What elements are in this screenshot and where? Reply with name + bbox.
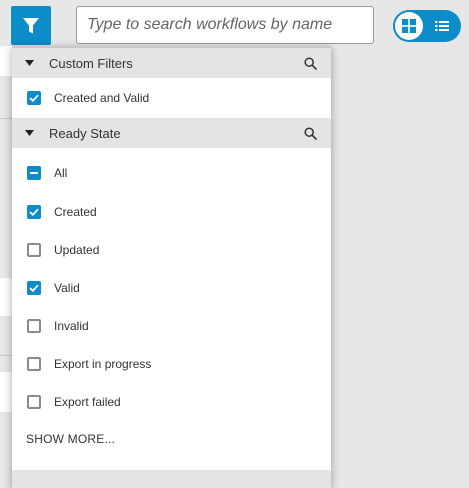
checkbox-checked[interactable]	[27, 91, 41, 105]
view-toggle[interactable]	[393, 10, 461, 42]
background-card	[0, 372, 12, 412]
option-valid[interactable]: Valid	[27, 278, 80, 298]
grid-view-option[interactable]	[395, 12, 423, 40]
check-icon	[29, 284, 39, 292]
workflow-search-input[interactable]	[85, 15, 365, 35]
next-section-header	[12, 470, 331, 488]
checkbox-unchecked[interactable]	[27, 319, 41, 333]
option-export-in-progress[interactable]: Export in progress	[27, 354, 151, 374]
grid-icon	[402, 19, 416, 33]
option-label: Invalid	[54, 319, 89, 333]
checkbox-checked[interactable]	[27, 205, 41, 219]
checkbox-unchecked[interactable]	[27, 357, 41, 371]
option-label: Updated	[54, 243, 100, 257]
background-card	[0, 46, 12, 76]
check-icon	[29, 94, 39, 102]
minus-icon	[30, 172, 38, 174]
filter-button[interactable]	[11, 6, 51, 45]
background-divider	[0, 118, 12, 119]
caret-down-icon[interactable]	[25, 60, 39, 66]
search-icon[interactable]	[302, 125, 318, 141]
option-created-and-valid[interactable]: Created and Valid	[27, 88, 149, 108]
checkbox-indeterminate[interactable]	[27, 166, 41, 180]
list-view-option[interactable]	[433, 17, 451, 35]
checkbox-unchecked[interactable]	[27, 395, 41, 409]
option-created[interactable]: Created	[27, 202, 97, 222]
section-title: Ready State	[49, 125, 121, 141]
option-label: Export failed	[54, 395, 121, 409]
section-title: Custom Filters	[49, 55, 133, 71]
section-header-custom-filters[interactable]: Custom Filters	[12, 48, 331, 78]
funnel-icon	[23, 17, 39, 33]
background-divider	[0, 355, 12, 356]
search-icon[interactable]	[302, 55, 318, 71]
option-all[interactable]: All	[27, 163, 67, 183]
option-invalid[interactable]: Invalid	[27, 316, 89, 336]
check-icon	[29, 208, 39, 216]
checkbox-unchecked[interactable]	[27, 243, 41, 257]
caret-down-icon[interactable]	[25, 130, 39, 136]
option-updated[interactable]: Updated	[27, 240, 99, 260]
option-export-failed[interactable]: Export failed	[27, 392, 121, 412]
option-label: Export in progress	[54, 357, 152, 371]
option-label: Created	[54, 205, 97, 219]
filter-dropdown: Custom Filters Created and Valid Ready S…	[12, 46, 331, 488]
option-label: All	[54, 166, 68, 180]
option-label: Created and Valid	[54, 91, 150, 105]
checkbox-checked[interactable]	[27, 281, 41, 295]
background-card	[0, 278, 12, 316]
workflow-search-box[interactable]	[76, 6, 374, 44]
option-label: Valid	[54, 281, 80, 295]
list-icon	[435, 21, 449, 31]
show-more-link[interactable]: SHOW MORE...	[26, 432, 115, 446]
section-header-ready-state[interactable]: Ready State	[12, 118, 331, 148]
